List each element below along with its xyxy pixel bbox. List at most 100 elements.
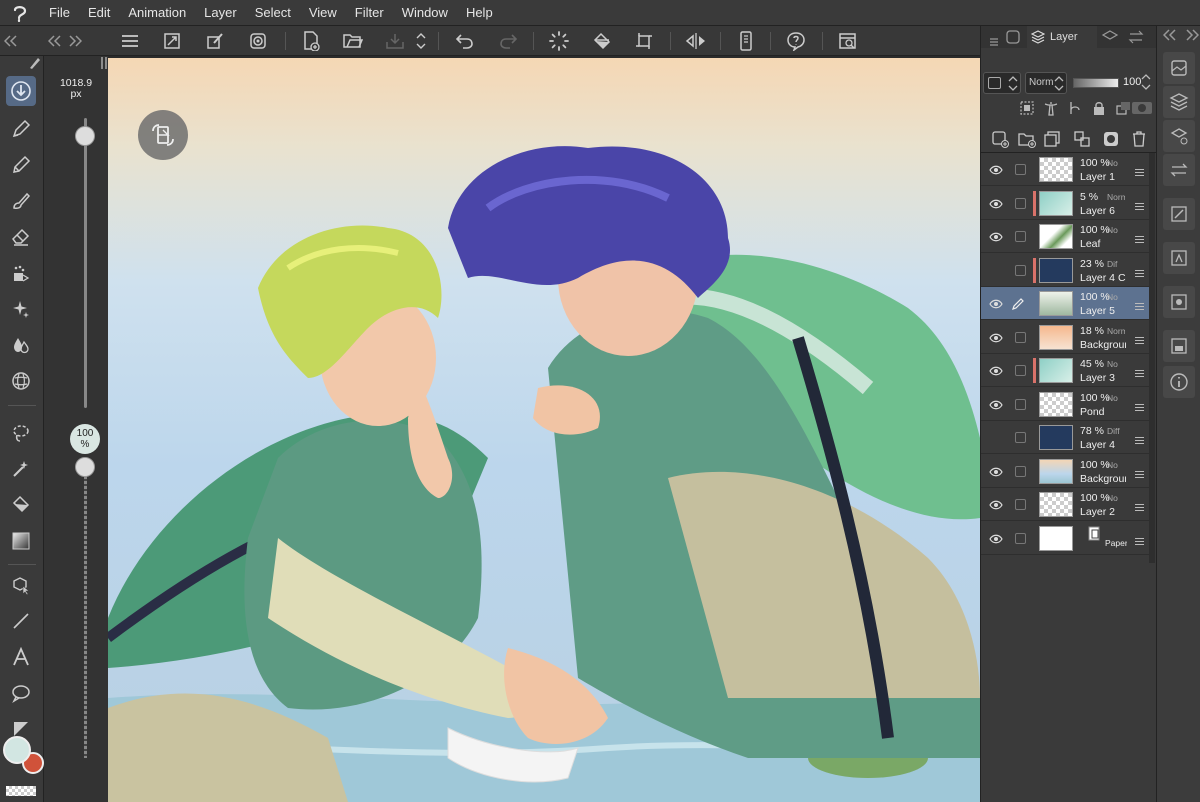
history-button[interactable] — [1163, 330, 1195, 362]
chevron-updown-icon[interactable] — [1141, 72, 1151, 97]
layer-thumbnail[interactable] — [1039, 190, 1073, 216]
layer-select-checkbox[interactable] — [1015, 432, 1026, 443]
eraser-tool-icon[interactable] — [6, 222, 36, 252]
tool-view[interactable] — [6, 76, 36, 106]
swap-button[interactable] — [1163, 154, 1195, 186]
layer-thumbnail[interactable] — [1039, 257, 1073, 283]
layer-color-dropdown[interactable] — [983, 72, 1021, 94]
pencil-tool-icon[interactable] — [6, 150, 36, 180]
eye-visibility-icon[interactable] — [989, 498, 1003, 510]
new-raster-layer-icon[interactable] — [991, 130, 1009, 153]
layer-menu-icon[interactable] — [1135, 231, 1144, 244]
layer-menu-icon[interactable] — [1135, 399, 1144, 411]
eye-visibility-icon[interactable] — [989, 398, 1003, 410]
menu-help[interactable]: Help — [457, 0, 502, 26]
layer-select-checkbox[interactable] — [1015, 499, 1026, 510]
expand-right-icon[interactable] — [1185, 28, 1200, 46]
opacity-bar[interactable] — [1073, 78, 1119, 88]
layer-name[interactable]: Layer 6 — [1080, 205, 1126, 217]
rotate-canvas-button[interactable] — [138, 110, 188, 160]
layer-select-checkbox[interactable] — [1015, 197, 1026, 209]
new-file-icon[interactable] — [299, 29, 323, 53]
layer-list-scrollbar[interactable] — [1149, 153, 1155, 563]
menu-file[interactable]: File — [40, 0, 79, 26]
layer-select-checkbox[interactable] — [1015, 264, 1026, 276]
layer-select-checkbox[interactable] — [1015, 365, 1026, 376]
layer-thumbnail[interactable] — [1039, 291, 1073, 316]
flip-horizontal-icon[interactable] — [684, 29, 708, 53]
fit-screen-icon[interactable] — [160, 29, 184, 53]
layer-menu-icon[interactable] — [1135, 332, 1144, 344]
eye-visibility-icon[interactable] — [989, 197, 1003, 209]
collapse-right-icon[interactable] — [47, 34, 62, 52]
redo-icon[interactable] — [496, 29, 520, 53]
magic-wand-icon[interactable] — [6, 454, 36, 484]
opacity-slider-thumb[interactable] — [75, 457, 95, 477]
tab-swap-icon[interactable] — [1127, 29, 1145, 50]
eye-visibility-icon[interactable] — [989, 297, 1003, 309]
layer-name[interactable]: Layer 4 Co — [1080, 272, 1126, 284]
lighthouse-icon[interactable] — [1043, 100, 1059, 121]
layer-row[interactable]: 100 %No Background — [981, 454, 1149, 488]
delete-layer-icon[interactable] — [1131, 130, 1147, 153]
brush-tool-icon[interactable] — [6, 186, 36, 216]
reference-layer-icon[interactable] — [1019, 100, 1035, 121]
collapse-left-icon[interactable] — [3, 34, 18, 52]
layer-menu-icon[interactable] — [1135, 466, 1144, 478]
tab-stack-icon[interactable] — [1101, 29, 1119, 50]
layer-name[interactable]: Layer 1 — [1080, 171, 1126, 183]
visibility-toggle-empty[interactable] — [989, 431, 1003, 443]
smartphone-icon[interactable] — [734, 29, 758, 53]
brush-size-button[interactable] — [1163, 242, 1195, 274]
pen-tool-icon[interactable] — [6, 114, 36, 144]
layer-thumbnail[interactable] — [1039, 492, 1073, 517]
tool-property-button[interactable] — [1163, 198, 1195, 230]
layer-menu-icon[interactable] — [1135, 198, 1144, 210]
layer-name[interactable]: Pond — [1080, 406, 1126, 418]
eye-visibility-icon[interactable] — [989, 331, 1003, 343]
collapse-left-icon[interactable] — [1162, 28, 1177, 46]
undo-icon[interactable] — [453, 29, 477, 53]
layer-thumbnail[interactable] — [1039, 324, 1073, 350]
layer-menu-icon[interactable] — [1135, 298, 1144, 311]
balloon-tool-icon[interactable] — [6, 678, 36, 708]
line-tool-icon[interactable] — [6, 606, 36, 636]
mask-icon[interactable] — [1131, 100, 1153, 121]
lock-icon[interactable] — [1091, 100, 1107, 121]
panel-grip-icon[interactable] — [989, 33, 999, 51]
layer-select-checkbox[interactable] — [1015, 532, 1026, 544]
layer-name[interactable]: Layer 4 — [1080, 439, 1126, 451]
layer-row[interactable]: 23 %Dif Layer 4 Co — [981, 253, 1149, 287]
layer-thumbnail[interactable] — [1039, 157, 1073, 182]
gradient-tool-icon[interactable] — [6, 526, 36, 556]
hamburger-menu-icon[interactable] — [118, 29, 142, 53]
layer-name[interactable]: Background — [1080, 473, 1126, 485]
layer-name[interactable]: Paper — [1105, 538, 1127, 548]
menu-filter[interactable]: Filter — [346, 0, 393, 26]
chevron-updown-icon[interactable] — [414, 29, 428, 53]
layer-select-checkbox[interactable] — [1015, 398, 1026, 410]
loading-icon[interactable] — [547, 29, 571, 53]
eye-visibility-icon[interactable] — [989, 163, 1003, 175]
layer-select-checkbox[interactable] — [1015, 231, 1026, 242]
tab-navigator-icon[interactable] — [1005, 29, 1021, 50]
layer-thumbnail[interactable] — [1039, 224, 1073, 249]
layer-select-checkbox[interactable] — [1015, 331, 1026, 343]
layer-menu-icon[interactable] — [1135, 265, 1144, 277]
eye-visibility-icon[interactable] — [989, 532, 1003, 544]
fill-bucket-icon[interactable] — [590, 29, 614, 53]
layer-row[interactable]: 78 % Diff Layer 4 — [981, 421, 1149, 454]
sub-tool-icon[interactable] — [246, 29, 270, 53]
layer-thumbnail[interactable] — [1039, 458, 1073, 484]
menu-animation[interactable]: Animation — [119, 0, 195, 26]
layer-row[interactable]: 45 % No Layer 3 — [981, 354, 1149, 387]
layer-row[interactable]: 100 % No Leaf — [981, 220, 1149, 253]
layer-thumbnail[interactable] — [1039, 358, 1073, 383]
menu-select[interactable]: Select — [246, 0, 300, 26]
menu-window[interactable]: Window — [393, 0, 457, 26]
blend-tool-icon[interactable] — [6, 330, 36, 360]
lock-transparent-icon[interactable] — [1115, 100, 1131, 121]
material-button[interactable] — [1163, 120, 1195, 152]
eye-visibility-icon[interactable] — [989, 465, 1003, 477]
layer-name[interactable]: Background — [1080, 339, 1126, 351]
